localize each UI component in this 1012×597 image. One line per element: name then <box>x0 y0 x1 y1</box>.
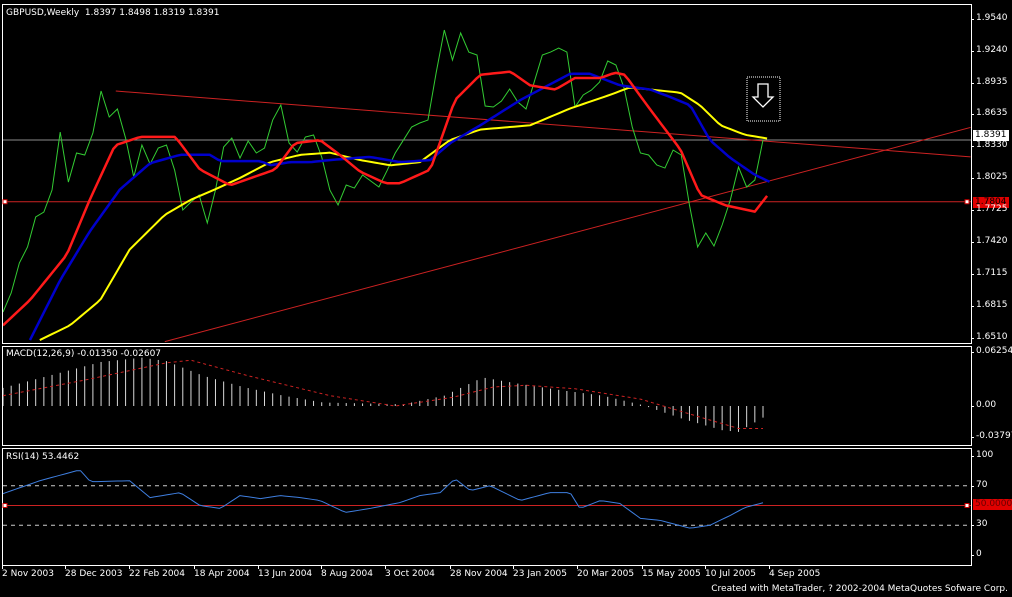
date-tick-label: 8 Aug 2004 <box>321 569 373 579</box>
rsi-series-group <box>3 470 971 529</box>
rsi-value: 53.4462 <box>41 452 80 462</box>
axis-tick <box>971 456 974 457</box>
down-arrow-icon <box>751 83 775 108</box>
axis-tick <box>971 437 974 438</box>
date-tick <box>450 565 451 569</box>
date-tick-label: 3 Oct 2004 <box>385 569 435 579</box>
axis-tick-label: 1.8330 <box>976 140 1008 151</box>
axis-tick <box>971 352 974 353</box>
axis-tick-label: 30 <box>976 519 988 530</box>
trendline-1 <box>115 90 971 158</box>
axis-tick-label: 0.06254 <box>976 346 1012 356</box>
axis-tick <box>971 178 974 180</box>
ma-mid-line <box>28 72 771 341</box>
axis-tick-label: 1.9540 <box>976 13 1008 23</box>
axis-tick-label: 100 <box>976 450 994 460</box>
axis-tick-label: 1.8635 <box>976 108 1008 119</box>
rsi-label: RSI(14) 53.4462 <box>6 452 79 462</box>
date-tick-label: 2 Nov 2003 <box>2 569 54 579</box>
rsi-line <box>3 470 764 529</box>
metatrader-chart-window: GBPUSD,Weekly 1.8397 1.8498 1.8319 1.839… <box>0 0 1012 597</box>
price-series-group <box>3 29 971 343</box>
date-tick-label: 18 Apr 2004 <box>194 569 250 579</box>
footer-credit: Created with MetaTrader, ? 2002-2004 Met… <box>711 584 1008 594</box>
rsi-title: RSI(14) <box>6 452 40 462</box>
axis-tick-label: 1.7725 <box>976 204 1008 215</box>
rsi-level-tag: 50.0000 <box>973 499 1012 510</box>
current-price-tag: 1.8391 <box>973 130 1009 141</box>
date-tick <box>642 565 643 569</box>
axis-tick <box>971 555 974 556</box>
date-tick-label: 22 Feb 2004 <box>129 569 186 579</box>
axis-tick <box>971 50 974 52</box>
axis-tick-label: -0.03797 <box>976 431 1012 441</box>
line-handle <box>2 503 8 508</box>
axis-tick-label: 0 <box>976 549 982 559</box>
axis-tick <box>971 210 974 212</box>
axis-tick <box>971 525 974 527</box>
date-tick <box>577 565 578 569</box>
date-tick-label: 4 Sep 2005 <box>769 569 821 579</box>
axis-tick-label: 1.6815 <box>976 299 1008 310</box>
axis-tick-label: 1.6510 <box>976 331 1008 342</box>
axis-tick-label: 1.9240 <box>976 44 1008 55</box>
date-tick-label: 28 Dec 2003 <box>65 569 123 579</box>
axis-tick-label: 70 <box>976 479 988 490</box>
chart-plot <box>2 29 971 529</box>
line-handle <box>2 199 8 205</box>
axis-tick <box>971 305 974 307</box>
date-tick <box>2 565 3 569</box>
axis-tick <box>971 337 974 339</box>
date-tick <box>194 565 195 569</box>
date-tick-label: 23 Jan 2005 <box>513 569 567 579</box>
date-tick <box>385 565 386 569</box>
axis-tick-label: 1.8025 <box>976 172 1008 183</box>
macd-values: -0.01350 -0.02607 <box>77 349 162 359</box>
date-tick-label: 13 Jun 2004 <box>258 569 313 579</box>
macd-series-group <box>3 357 764 432</box>
macd-label: MACD(12,26,9) -0.01350 -0.02607 <box>6 349 161 359</box>
date-tick <box>513 565 514 569</box>
date-tick-label: 10 Jul 2005 <box>705 569 756 579</box>
axis-tick <box>971 19 974 20</box>
date-tick-label: 15 May 2005 <box>642 569 701 579</box>
ohlc-values: 1.8397 1.8498 1.8319 1.8391 <box>84 8 220 18</box>
date-tick-label: 28 Nov 2004 <box>450 569 508 579</box>
date-tick <box>769 565 770 569</box>
ma-slow-line <box>39 86 768 341</box>
axis-tick-label: 0.00 <box>976 400 997 410</box>
axis-tick <box>971 146 974 148</box>
macd-title: MACD(12,26,9) <box>6 349 75 359</box>
date-tick <box>321 565 322 569</box>
date-tick-label: 20 Mar 2005 <box>577 569 635 579</box>
date-tick <box>65 565 66 569</box>
line-handle <box>964 503 970 508</box>
axis-tick <box>971 274 974 276</box>
axis-tick <box>971 406 974 407</box>
symbol-timeframe: GBPUSD,Weekly <box>6 8 80 18</box>
axis-tick <box>971 82 974 84</box>
axis-tick-label: 1.7115 <box>976 268 1008 279</box>
chart-title: GBPUSD,Weekly 1.8397 1.8498 1.8319 1.839… <box>6 8 219 18</box>
line-handle <box>964 199 970 205</box>
axis-tick-label: 1.7420 <box>976 236 1008 247</box>
axis-tick <box>971 242 974 244</box>
trendline-2 <box>164 126 971 343</box>
date-tick <box>129 565 130 569</box>
axis-tick <box>971 114 974 116</box>
axis-tick-label: 1.8935 <box>976 76 1008 87</box>
date-tick <box>705 565 706 569</box>
date-tick <box>258 565 259 569</box>
axis-tick <box>971 485 974 487</box>
